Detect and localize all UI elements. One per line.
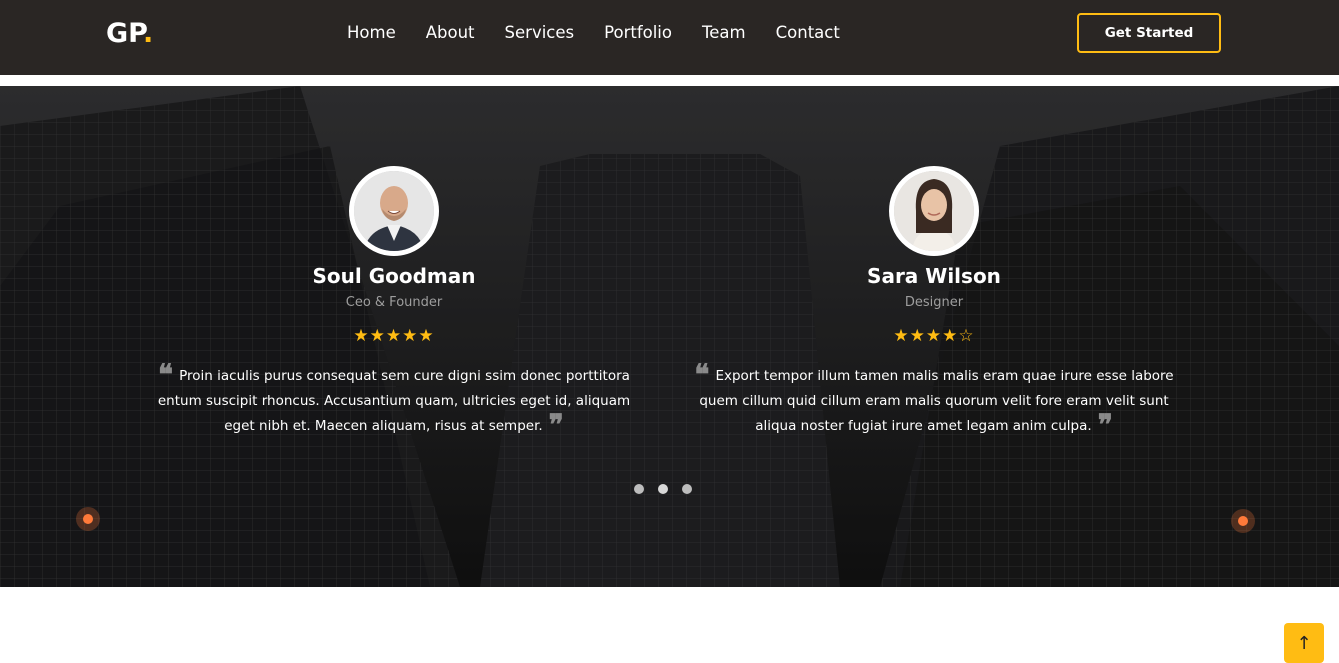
site-logo[interactable]: GP. bbox=[106, 18, 153, 50]
testimonial-quote: ❝ Export tempor illum tamen malis malis e… bbox=[679, 358, 1189, 441]
rating-stars: ★★★★★ bbox=[353, 326, 435, 346]
testimonial-name: Sara Wilson bbox=[867, 264, 1001, 288]
nav-item-services[interactable]: Services bbox=[505, 22, 575, 46]
main-nav: Home About Services Portfolio Team Conta… bbox=[347, 22, 870, 46]
quote-left-icon: ❝ bbox=[158, 358, 174, 391]
get-started-button[interactable]: Get Started bbox=[1077, 13, 1221, 53]
man-portrait-icon bbox=[354, 171, 434, 251]
carousel-dot[interactable] bbox=[682, 484, 692, 494]
nav-item-home[interactable]: Home bbox=[347, 22, 396, 46]
logo-dot: . bbox=[143, 18, 154, 49]
avatar bbox=[889, 166, 979, 256]
testimonial-card: Sara Wilson Designer ★★★★☆ ❝ Export tempo… bbox=[679, 166, 1189, 439]
avatar bbox=[349, 166, 439, 256]
quote-left-icon: ❝ bbox=[694, 358, 710, 391]
nav-item-contact[interactable]: Contact bbox=[776, 22, 840, 46]
nav-item-portfolio[interactable]: Portfolio bbox=[604, 22, 672, 46]
woman-portrait-icon bbox=[894, 171, 974, 251]
testimonial-quote: ❝ Proin iaculis purus consequat sem cure … bbox=[139, 358, 649, 441]
nav-item-about[interactable]: About bbox=[426, 22, 475, 46]
carousel-pagination bbox=[634, 484, 692, 494]
carousel-dot-active[interactable] bbox=[658, 484, 668, 494]
nav-item-team[interactable]: Team bbox=[702, 22, 746, 46]
testimonials-section: Soul Goodman Ceo & Founder ★★★★★ ❝ Proin … bbox=[0, 86, 1339, 587]
quote-right-icon: ❞ bbox=[1097, 408, 1113, 441]
testimonial-role: Designer bbox=[904, 295, 964, 310]
rating-stars: ★★★★☆ bbox=[893, 326, 975, 346]
testimonial-card: Soul Goodman Ceo & Founder ★★★★★ ❝ Proin … bbox=[139, 166, 649, 439]
arrow-up-icon: ↑ bbox=[1296, 632, 1312, 654]
site-header: GP. Home About Services Portfolio Team C… bbox=[0, 0, 1339, 75]
quote-right-icon: ❞ bbox=[548, 408, 564, 441]
testimonial-name: Soul Goodman bbox=[312, 264, 476, 288]
testimonial-role: Ceo & Founder bbox=[345, 295, 443, 310]
carousel-dot[interactable] bbox=[634, 484, 644, 494]
logo-text: GP bbox=[106, 18, 143, 49]
back-to-top-button[interactable]: ↑ bbox=[1284, 623, 1324, 663]
